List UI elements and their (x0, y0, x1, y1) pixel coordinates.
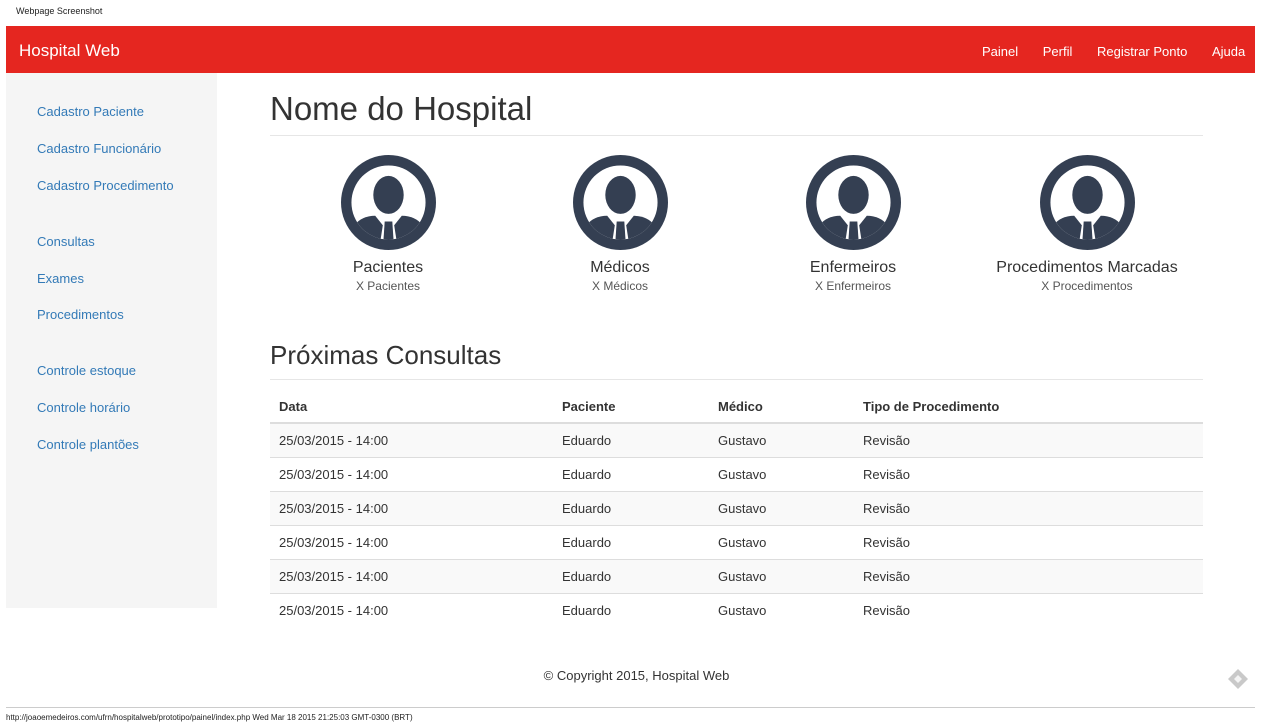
sidebar-item-cadastro-funcionario[interactable]: Cadastro Funcionário (37, 141, 161, 156)
stat-subtitle: X Enfermeiros (814, 279, 892, 293)
brand-link[interactable]: Hospital Web (19, 41, 120, 61)
table-row: 25/03/2015 - 14:00 Eduardo Gustavo Revis… (270, 559, 1203, 594)
cell-tipo-procedimento: Revisão (854, 422, 1203, 458)
cell-tipo-procedimento: Revisão (854, 457, 1203, 492)
cell-data: 25/03/2015 - 14:00 (270, 559, 553, 594)
cell-medico: Gustavo (709, 491, 854, 526)
cell-medico: Gustavo (709, 593, 854, 627)
cell-tipo-procedimento: Revisão (854, 525, 1203, 560)
cell-paciente: Eduardo (553, 491, 709, 526)
sidebar-item-controle-estoque[interactable]: Controle estoque (37, 363, 136, 378)
cell-data: 25/03/2015 - 14:00 (270, 457, 553, 492)
page-title: Nome do Hospital (270, 90, 533, 127)
nav-links: Painel Perfil Registrar Ponto Ajuda (982, 44, 1261, 59)
table-row: 25/03/2015 - 14:00 Eduardo Gustavo Revis… (270, 422, 1203, 458)
cell-paciente: Eduardo (553, 525, 709, 560)
table-row: 25/03/2015 - 14:00 Eduardo Gustavo Revis… (270, 457, 1203, 492)
nav-link-ajuda[interactable]: Ajuda (1212, 44, 1245, 59)
footer-copyright: © Copyright 2015, Hospital Web (543, 668, 730, 683)
cell-data: 25/03/2015 - 14:00 (270, 525, 553, 560)
title-divider (270, 135, 1203, 136)
stat-title: Procedimentos Marcadas (996, 259, 1178, 276)
section-title: Próximas Consultas (270, 340, 502, 370)
cell-data: 25/03/2015 - 14:00 (270, 593, 553, 627)
sidebar-item-procedimentos[interactable]: Procedimentos (37, 307, 124, 322)
stat-subtitle: X Procedimentos (1041, 279, 1133, 293)
table-row: 25/03/2015 - 14:00 Eduardo Gustavo Revis… (270, 491, 1203, 526)
cell-medico: Gustavo (709, 457, 854, 492)
nav-link-perfil[interactable]: Perfil (1043, 44, 1073, 59)
column-header-tipo-procedimento: Tipo de Procedimento (854, 390, 1203, 424)
top-navbar: Hospital Web Painel Perfil Registrar Pon… (6, 26, 1255, 73)
stat-procedimentos: Procedimentos Marcadas X Procedimentos (972, 155, 1202, 293)
cell-tipo-procedimento: Revisão (854, 593, 1203, 627)
cell-paciente: Eduardo (553, 593, 709, 627)
stat-title: Médicos (590, 259, 650, 276)
table-row: 25/03/2015 - 14:00 Eduardo Gustavo Revis… (270, 525, 1203, 560)
bottom-divider (6, 707, 1255, 708)
nav-link-registrar-ponto[interactable]: Registrar Ponto (1097, 44, 1187, 59)
stat-enfermeiros: Enfermeiros X Enfermeiros (738, 155, 968, 293)
stat-medicos: Médicos X Médicos (505, 155, 735, 293)
user-avatar-icon (1039, 155, 1135, 250)
user-avatar-icon (572, 155, 668, 250)
diamond-badge-icon[interactable] (1227, 668, 1249, 690)
cell-tipo-procedimento: Revisão (854, 491, 1203, 526)
sidebar-item-consultas[interactable]: Consultas (37, 234, 95, 249)
column-header-data: Data (270, 390, 553, 424)
nav-link-painel[interactable]: Painel (982, 44, 1018, 59)
cell-medico: Gustavo (709, 422, 854, 458)
sidebar-item-controle-plantoes[interactable]: Controle plantões (37, 437, 139, 452)
cell-paciente: Eduardo (553, 559, 709, 594)
sidebar: Cadastro Paciente Cadastro Funcionário C… (6, 73, 217, 608)
consultas-table: Data Paciente Médico Tipo de Procediment… (270, 390, 1203, 627)
stat-subtitle: X Médicos (591, 279, 649, 293)
user-avatar-icon (805, 155, 901, 250)
stat-title: Pacientes (352, 259, 424, 276)
cell-paciente: Eduardo (553, 457, 709, 492)
column-header-paciente: Paciente (553, 390, 709, 424)
sidebar-item-cadastro-paciente[interactable]: Cadastro Paciente (37, 104, 144, 119)
cell-data: 25/03/2015 - 14:00 (270, 491, 553, 526)
user-avatar-icon (340, 155, 436, 250)
url-caption: http://joaoemedeiros.com/ufrn/hospitalwe… (6, 713, 413, 722)
cell-medico: Gustavo (709, 559, 854, 594)
cell-paciente: Eduardo (553, 422, 709, 458)
sidebar-item-controle-horario[interactable]: Controle horário (37, 400, 130, 415)
table-header-row: Data Paciente Médico Tipo de Procediment… (270, 390, 1203, 424)
cell-data: 25/03/2015 - 14:00 (270, 422, 553, 458)
stat-subtitle: X Pacientes (355, 279, 421, 293)
cell-medico: Gustavo (709, 525, 854, 560)
section-divider (270, 379, 1203, 380)
sidebar-item-exames[interactable]: Exames (37, 271, 84, 286)
cell-tipo-procedimento: Revisão (854, 559, 1203, 594)
sidebar-item-cadastro-procedimento[interactable]: Cadastro Procedimento (37, 178, 174, 193)
column-header-medico: Médico (709, 390, 854, 424)
stat-pacientes: Pacientes X Pacientes (273, 155, 503, 293)
page-caption: Webpage Screenshot (16, 6, 103, 16)
stat-title: Enfermeiros (809, 259, 897, 276)
table-row: 25/03/2015 - 14:00 Eduardo Gustavo Revis… (270, 593, 1203, 627)
